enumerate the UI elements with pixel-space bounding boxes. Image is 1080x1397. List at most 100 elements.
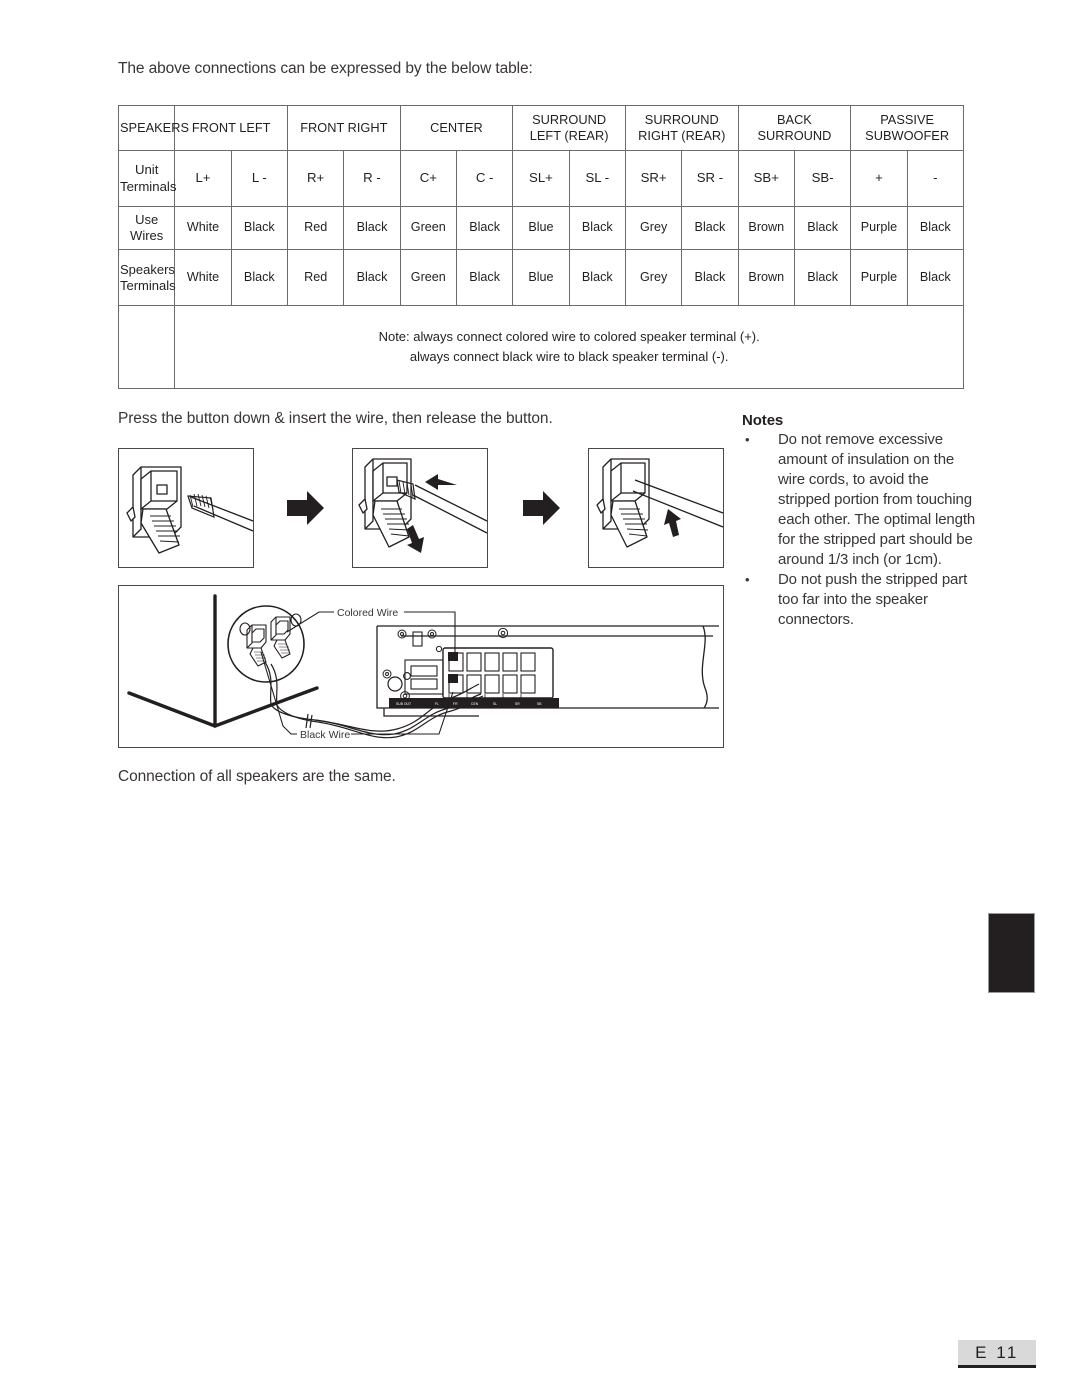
cell: L - (230, 150, 288, 207)
step-1-illustration (118, 448, 254, 568)
note-line-2: always connect black wire to black speak… (409, 349, 729, 364)
cell: Blue (512, 206, 570, 250)
header-speakers: SPEAKERS (117, 105, 189, 151)
svg-text:SL: SL (493, 702, 497, 706)
cell: SR - (681, 150, 739, 207)
speaker-to-receiver-wiring-diagram: SUB OUT FL FR CEN SL SR SB Colored Wire (118, 585, 724, 748)
cell: Black (455, 206, 514, 250)
wiring-overview-svg: SUB OUT FL FR CEN SL SR SB Colored Wire (127, 594, 719, 741)
cell: SR+ (624, 150, 683, 207)
notes-title: Notes (742, 412, 784, 429)
svg-text:CEN: CEN (471, 702, 479, 706)
cell: Red (286, 206, 345, 250)
header-surround-right-line1: SURROUND (644, 112, 719, 128)
row-label-use-wires: Use Wires (117, 206, 176, 250)
cell: Brown (737, 206, 795, 250)
row-label-unit-terminals: Unit Terminals (117, 150, 177, 207)
step-arrow-1 (283, 488, 327, 528)
page-number-badge: E 11 (958, 1340, 1036, 1368)
row-label-line1: Unit (134, 162, 159, 178)
cell: Black (230, 206, 288, 250)
cell: Black (681, 249, 739, 306)
table-row: Use Wires White Black Red Black Green Bl… (117, 206, 965, 250)
header-passive-sub-line1: PASSIVE (880, 112, 935, 128)
row-label-line2: Terminals (120, 178, 177, 194)
manual-page: The above connections can be expressed b… (0, 0, 1080, 1397)
cell: SL+ (512, 150, 570, 207)
page-edge-tab-marker (988, 913, 1035, 993)
step-3-illustration (588, 448, 724, 568)
cell: Black (568, 206, 626, 250)
closing-text: Connection of all speakers are the same. (118, 768, 396, 785)
step-arrow-2 (519, 488, 563, 528)
cell: Brown (737, 249, 795, 306)
cell: SB+ (737, 150, 795, 207)
black-wire-label: Black Wire (300, 729, 350, 741)
header-back-surround-line1: BACK (777, 112, 812, 128)
bullet-icon: • (745, 432, 750, 447)
cell: Purple (850, 249, 908, 306)
cell: Black (793, 249, 852, 306)
notes-section: Notes • Do not remove excessive amount o… (742, 412, 978, 630)
row-label-line1: Speakers (120, 261, 175, 277)
cell: Black (906, 249, 965, 306)
cell: Grey (624, 206, 683, 250)
cell: White (174, 206, 232, 250)
header-back-surround: BACK SURROUND (737, 105, 852, 151)
row-label-line2: Terminals (120, 277, 176, 293)
header-back-surround-line2: SURROUND (757, 128, 832, 143)
cell: + (850, 150, 908, 207)
cell: Black (343, 206, 401, 250)
note-item-text: Do not remove excessive amount of insula… (778, 431, 976, 568)
svg-text:FL: FL (435, 702, 439, 706)
table-header-row: SPEAKERS FRONT LEFT FRONT RIGHT CENTER S… (117, 105, 964, 151)
cell: Green (399, 206, 457, 250)
cell: Purple (850, 206, 908, 250)
table-row: Speakers Terminals White Black Red Black… (117, 249, 965, 306)
cell: C+ (399, 150, 457, 207)
note-item: • Do not push the stripped part too far … (742, 570, 978, 630)
cell: Black (343, 249, 401, 306)
header-passive-subwoofer: PASSIVE SUBWOOFER (850, 105, 964, 151)
cell: SB- (793, 150, 852, 207)
header-surround-left-line2: LEFT (REAR) (529, 128, 609, 143)
note-item: • Do not remove excessive amount of insu… (742, 430, 978, 570)
header-passive-sub-line2: SUBWOOFER (865, 128, 950, 143)
bullet-icon: • (745, 572, 750, 587)
cell: R+ (286, 150, 345, 207)
svg-text:SUB OUT: SUB OUT (396, 702, 411, 706)
svg-text:FR: FR (453, 702, 458, 706)
header-surround-right: SURROUND RIGHT (REAR) (624, 105, 739, 151)
row-label-speakers-terminals: Speakers Terminals (117, 249, 176, 306)
connector-button-pressed-diagram (358, 458, 487, 553)
header-center: CENTER (399, 105, 514, 151)
table-note-row: Note: always connect colored wire to col… (117, 305, 964, 389)
cell: L+ (174, 150, 232, 207)
cell: Green (399, 249, 457, 306)
header-surround-left: SURROUND LEFT (REAR) (512, 105, 626, 151)
cell: SL - (568, 150, 626, 207)
cell: R - (343, 150, 401, 207)
connector-button-released-diagram (596, 458, 723, 548)
step-2-illustration (352, 448, 488, 568)
header-surround-left-line1: SURROUND (532, 112, 607, 128)
header-front-left: FRONT LEFT (174, 105, 288, 151)
cell: Black (906, 206, 965, 250)
colored-wire-label: Colored Wire (337, 607, 398, 619)
cell: Black (568, 249, 626, 306)
cell: Red (286, 249, 345, 306)
intro-text: The above connections can be expressed b… (118, 60, 533, 77)
cell: Blue (512, 249, 570, 306)
svg-text:SB: SB (537, 702, 542, 706)
right-arrow-icon (523, 491, 560, 525)
right-arrow-icon (287, 491, 324, 525)
cell: C - (455, 150, 514, 207)
table-row: Unit Terminals L+ L - R+ R - C+ C - SL+ … (117, 150, 965, 207)
cell: Black (681, 206, 739, 250)
cell: Black (230, 249, 288, 306)
note-item-text: Do not push the stripped part too far in… (778, 571, 968, 628)
cell: - (906, 150, 965, 207)
note-line-1: Note: always connect colored wire to col… (378, 328, 760, 344)
header-front-right: FRONT RIGHT (286, 105, 401, 151)
cell: White (174, 249, 232, 306)
